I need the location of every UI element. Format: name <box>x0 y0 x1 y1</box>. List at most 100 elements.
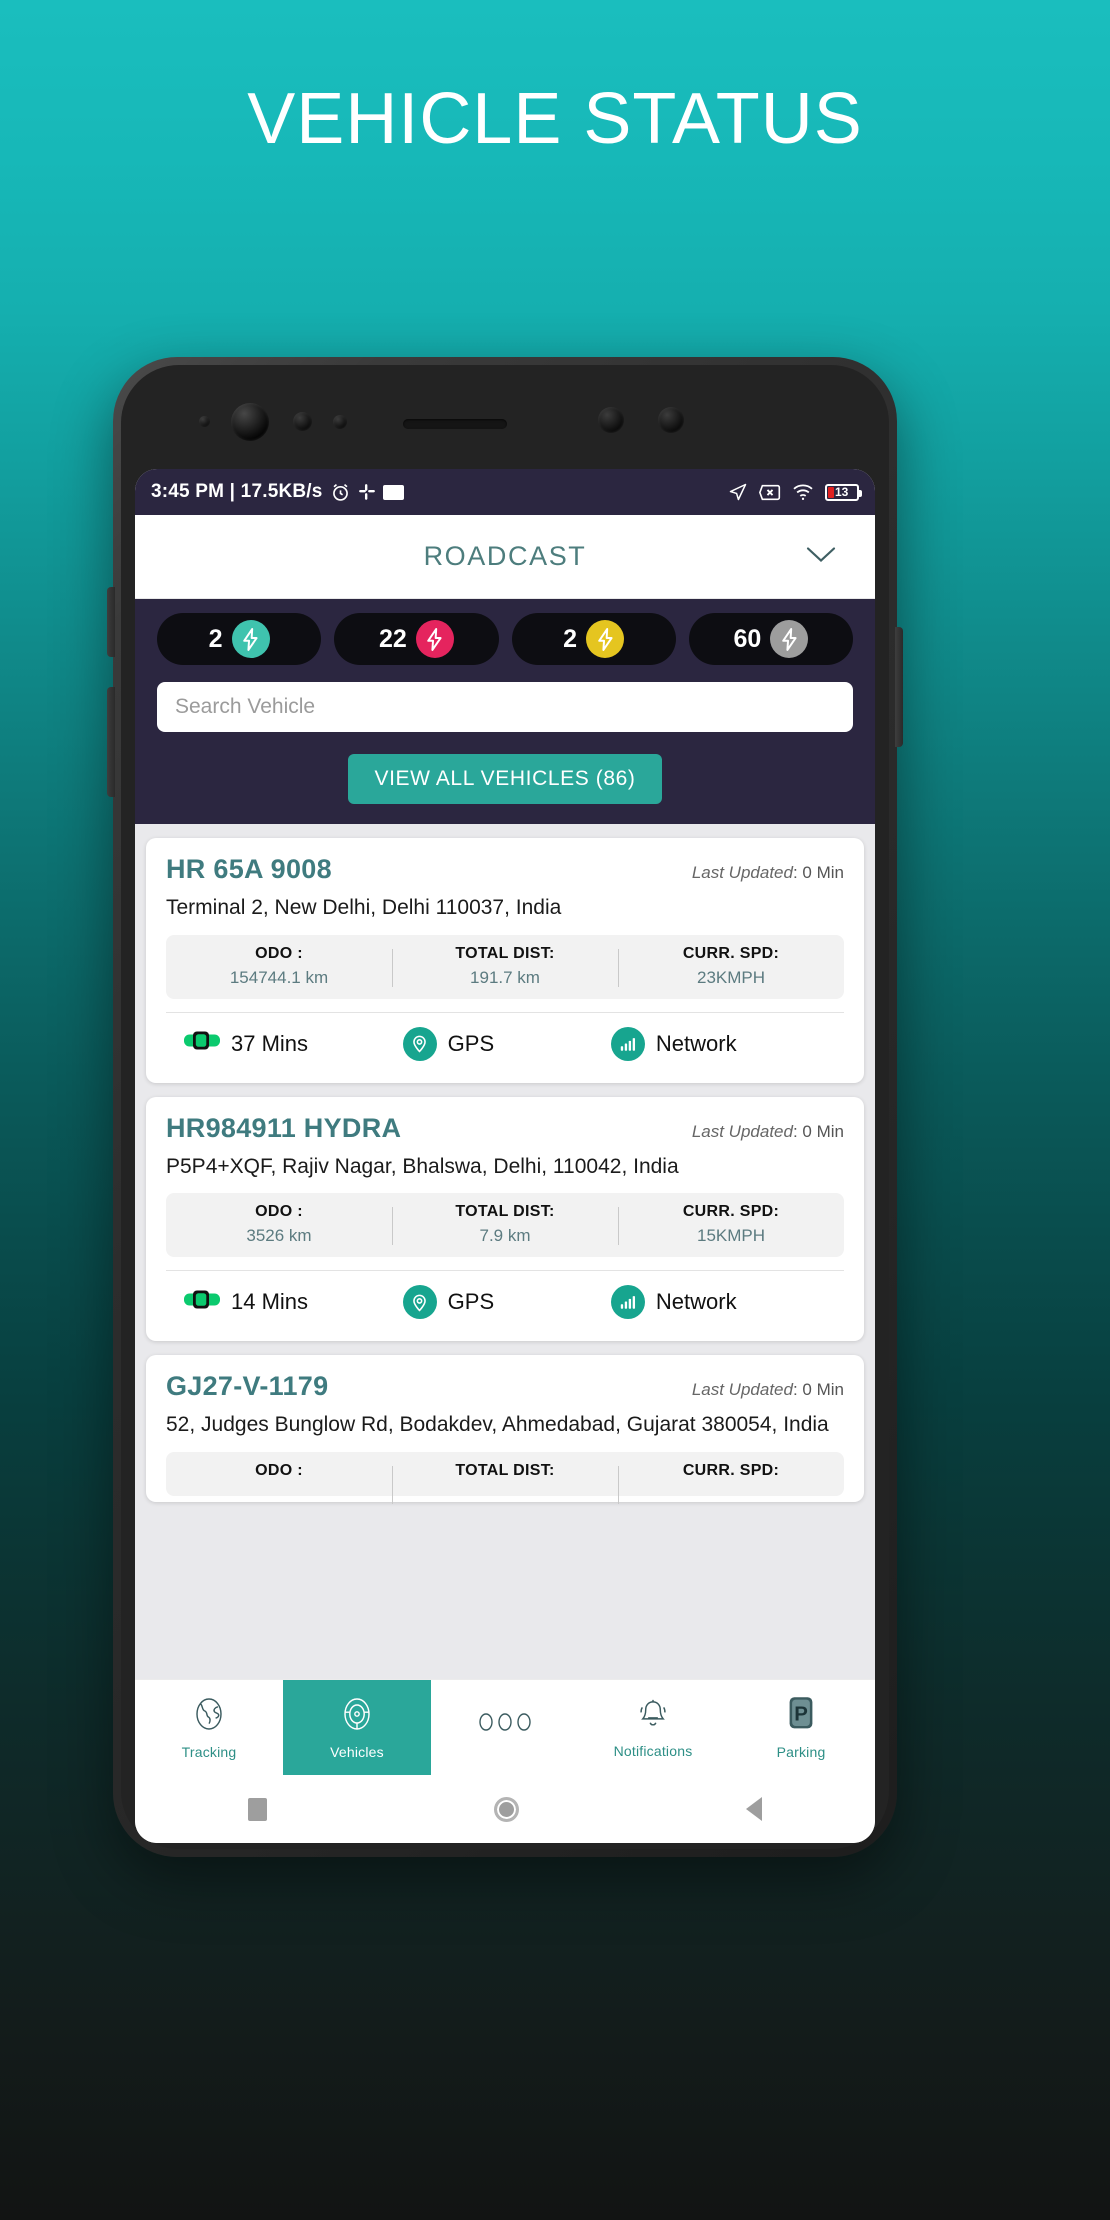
stat-label: CURR. SPD: <box>682 1462 780 1480</box>
globe-icon <box>191 1696 227 1737</box>
last-updated-value: : 0 Min <box>792 863 844 882</box>
view-all-vehicles-button[interactable]: VIEW ALL VEHICLES (86) <box>348 754 662 804</box>
alarm-clock-icon <box>330 482 351 503</box>
slack-icon <box>358 483 376 501</box>
vehicle-plate: HR 65A 9008 <box>166 854 332 884</box>
stat-curr-spd: CURR. SPD: 15KMPH <box>618 1203 844 1246</box>
status-pill-idle[interactable]: 2 <box>511 613 676 665</box>
vehicle-plate: HR984911 HYDRA <box>166 1112 402 1143</box>
vehicle-list[interactable]: HR 65A 9008 Last Updated: 0 Min Terminal… <box>135 824 875 1679</box>
svg-text:P: P <box>794 1703 808 1725</box>
stat-label: ODO : <box>255 1462 303 1480</box>
stat-odo: ODO : <box>166 1462 392 1485</box>
car-icon <box>184 1289 220 1316</box>
navigation-arrow-icon <box>728 482 748 502</box>
vehicle-card-header: HR 65A 9008 Last Updated: 0 Min <box>166 854 844 885</box>
vehicle-address: P5P4+XQF, Rajiv Nagar, Bhalswa, Delhi, 1… <box>166 1154 679 1178</box>
vehicle-stats: ODO : 3526 km TOTAL DIST: 7.9 km CURR. S… <box>166 1193 844 1258</box>
android-navigation-bar <box>135 1775 875 1843</box>
gps-pin-icon <box>402 1285 437 1320</box>
stat-label: ODO : <box>255 1203 303 1221</box>
sensor-dot-icon <box>333 415 347 429</box>
sensor-dot-icon <box>199 416 210 427</box>
stat-label: CURR. SPD: <box>682 944 780 962</box>
network-text: Network <box>655 1030 737 1056</box>
vehicle-stats: ODO : 154744.1 km TOTAL DIST: 191.7 km C… <box>166 934 844 999</box>
vehicle-card-footer: 14 Mins GPS Network <box>166 1270 844 1335</box>
vehicle-card[interactable]: HR984911 HYDRA Last Updated: 0 Min P5P4+… <box>146 1096 864 1342</box>
bolt-icon <box>231 620 270 658</box>
sim-card-off-icon <box>759 484 781 501</box>
battery-level: 13 <box>835 485 849 499</box>
search-box[interactable] <box>157 682 853 732</box>
pill-count: 60 <box>733 624 762 653</box>
last-updated-value: : 0 Min <box>792 1121 844 1141</box>
app-bar: ROADCAST <box>135 515 875 599</box>
duration-item: 37 Mins <box>170 1030 403 1057</box>
gps-item: GPS <box>402 1285 611 1320</box>
nav-item-tracking[interactable]: Tracking <box>135 1680 283 1775</box>
stat-label: TOTAL DIST: <box>455 944 555 962</box>
stat-curr-spd: CURR. SPD: 23KMPH <box>618 945 844 988</box>
vehicle-card[interactable]: HR 65A 9008 Last Updated: 0 Min Terminal… <box>146 838 864 1083</box>
home-circle-icon[interactable] <box>493 1796 519 1822</box>
vehicle-plate: GJ27-V-1179 <box>166 1371 329 1402</box>
status-bar: 3:45 PM | 17.5KB/s 13 <box>135 469 875 515</box>
nav-item-notifications[interactable]: Notifications <box>579 1680 727 1775</box>
stat-odo: ODO : 3526 km <box>166 1203 392 1246</box>
nav-item-vehicles[interactable]: Vehicles <box>283 1680 431 1775</box>
gps-text: GPS <box>447 1289 495 1315</box>
duration-item: 14 Mins <box>170 1289 403 1316</box>
last-updated: Last Updated: 0 Min <box>692 1122 844 1142</box>
parking-icon: P <box>786 1696 816 1737</box>
status-pill-stopped[interactable]: 22 <box>334 613 499 665</box>
vehicle-card[interactable]: GJ27-V-1179 Last Updated: 0 Min 52, Judg… <box>146 1355 864 1505</box>
last-updated: Last Updated: 0 Min <box>692 1380 844 1400</box>
wifi-icon <box>792 483 814 501</box>
stat-value: 3526 km <box>246 1226 312 1246</box>
last-updated: Last Updated: 0 Min <box>692 863 844 883</box>
last-updated-label: Last Updated <box>691 1121 793 1141</box>
vehicle-card-header: HR984911 HYDRA Last Updated: 0 Min <box>166 1113 844 1144</box>
stat-odo: ODO : 154744.1 km <box>166 945 392 988</box>
battery-icon: 13 <box>825 483 862 501</box>
recents-square-icon[interactable] <box>248 1797 268 1821</box>
earpiece-speaker <box>403 419 507 429</box>
vehicle-card-header: GJ27-V-1179 Last Updated: 0 Min <box>166 1371 844 1402</box>
network-text: Network <box>655 1289 737 1315</box>
bell-icon <box>636 1697 670 1736</box>
stat-curr-spd: CURR. SPD: <box>618 1462 844 1505</box>
last-updated-label: Last Updated <box>691 863 793 882</box>
stat-label: TOTAL DIST: <box>455 1462 555 1480</box>
stat-label: CURR. SPD: <box>682 1203 780 1221</box>
search-input[interactable] <box>175 695 835 719</box>
gps-item: GPS <box>402 1026 611 1061</box>
stat-value: 154744.1 km <box>229 967 329 987</box>
stat-value: 23KMPH <box>696 967 766 987</box>
pill-count: 22 <box>378 624 407 653</box>
volume-down-button[interactable] <box>107 687 115 797</box>
secondary-camera-icon <box>658 407 684 433</box>
status-bar-left: 3:45 PM | 17.5KB/s <box>151 481 404 503</box>
status-pill-running[interactable]: 2 <box>157 613 322 665</box>
stat-value: 191.7 km <box>470 967 540 987</box>
volume-up-button[interactable] <box>107 587 115 657</box>
back-triangle-icon[interactable] <box>745 1797 762 1821</box>
power-button[interactable] <box>895 627 903 747</box>
car-icon <box>184 1030 220 1057</box>
nav-label: Parking <box>776 1743 826 1760</box>
nav-label: Tracking <box>181 1743 237 1760</box>
network-item: Network <box>610 1026 840 1061</box>
gps-text: GPS <box>447 1030 495 1056</box>
status-pill-row: 2 22 2 60 <box>157 613 853 665</box>
status-pill-offline[interactable]: 60 <box>688 613 853 665</box>
page-title: VEHICLE STATUS <box>247 79 863 159</box>
nav-item-more[interactable] <box>431 1680 579 1775</box>
vehicle-address: Terminal 2, New Delhi, Delhi 110037, Ind… <box>166 896 562 919</box>
nav-item-parking[interactable]: P Parking <box>727 1680 875 1775</box>
stat-total-dist: TOTAL DIST: <box>392 1462 618 1505</box>
chevron-down-icon[interactable] <box>805 544 837 569</box>
stat-value: 7.9 km <box>479 1226 531 1246</box>
status-bar-right: 13 <box>728 482 862 502</box>
front-camera-icon <box>231 403 269 441</box>
